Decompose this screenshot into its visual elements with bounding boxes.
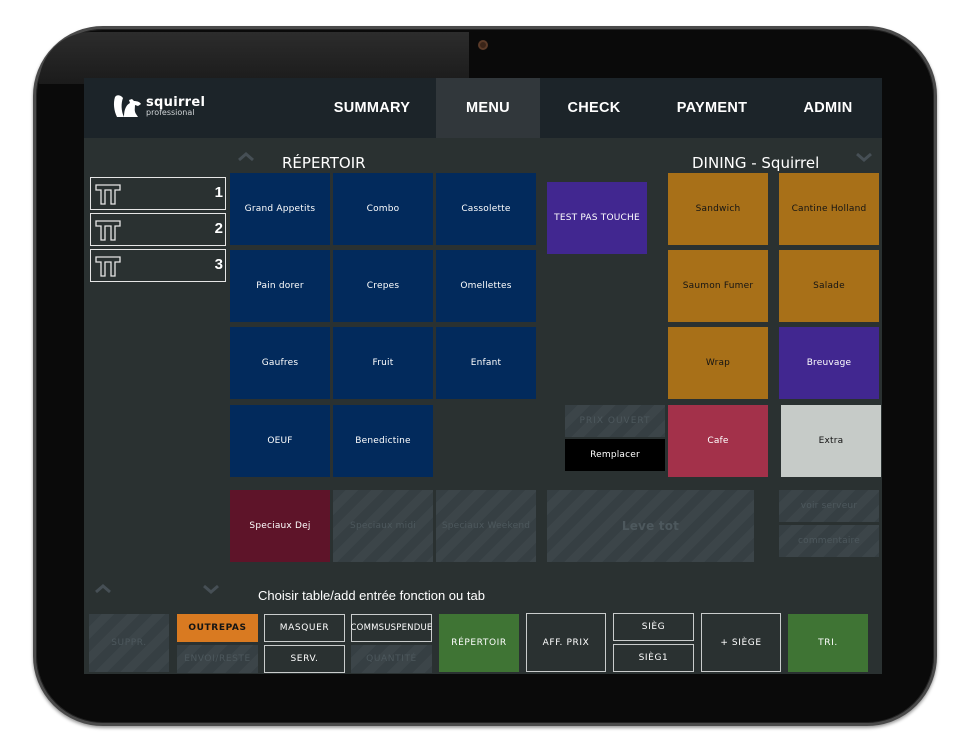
- tile-cassolette[interactable]: Cassolette: [436, 173, 536, 245]
- tile-enfant[interactable]: Enfant: [436, 327, 536, 399]
- tile-grand-appetits[interactable]: Grand Appetits: [230, 173, 330, 245]
- tile-combo[interactable]: Combo: [333, 173, 433, 245]
- remplacer-button[interactable]: Remplacer: [565, 439, 665, 471]
- table-icon: [95, 220, 121, 241]
- chevron-up-icon[interactable]: [236, 150, 256, 164]
- repertoire-heading: RÉPERTOIR: [282, 154, 366, 172]
- table-item-2[interactable]: 2: [90, 213, 226, 246]
- tile-speciaux-dej[interactable]: Speciaux Dej: [230, 490, 330, 562]
- prix-ouvert-button: PRIX OUVERT: [565, 405, 665, 437]
- voir-serveur-button: voir serveur: [779, 490, 879, 522]
- logo-subtitle: professional: [146, 107, 195, 117]
- pos-screen: squirrel professional SUMMARY MENU CHECK…: [84, 78, 882, 674]
- top-nav: squirrel professional SUMMARY MENU CHECK…: [84, 78, 882, 138]
- quantite-button: QUANTITÉ: [351, 645, 432, 673]
- tile-saumon-fumer[interactable]: Saumon Fumer: [668, 250, 768, 322]
- tile-cafe[interactable]: Cafe: [668, 405, 768, 477]
- masquer-button[interactable]: MASQUER: [264, 614, 345, 642]
- tile-extra[interactable]: Extra: [781, 405, 881, 477]
- bezel-gloss: [39, 32, 469, 84]
- table-number: 2: [214, 220, 223, 237]
- tab-check[interactable]: CHECK: [540, 78, 648, 138]
- sieg-button[interactable]: SIÈG: [613, 613, 694, 641]
- outrepas-button[interactable]: OUTREPAS: [177, 614, 258, 642]
- sieg1-button[interactable]: SIÈG1: [613, 644, 694, 672]
- table-icon: [95, 184, 121, 205]
- serv-button[interactable]: SERV.: [264, 645, 345, 673]
- commentaire-button: commentaire: [779, 525, 879, 557]
- tab-admin[interactable]: ADMIN: [774, 78, 882, 138]
- tile-sandwich[interactable]: Sandwich: [668, 173, 768, 245]
- commsuspendue-button[interactable]: COMMSUSPENDUE: [351, 614, 432, 642]
- tile-benedictine[interactable]: Benedictine: [333, 405, 433, 477]
- logo-name: squirrel: [146, 94, 206, 110]
- squirrel-logo-icon: [113, 95, 141, 117]
- aff-prix-button[interactable]: AFF. PRIX: [526, 613, 606, 672]
- table-icon: [95, 256, 121, 277]
- suppr-button: SUPPR.: [89, 614, 169, 672]
- tab-summary[interactable]: SUMMARY: [314, 78, 430, 138]
- repertoir-button[interactable]: RÉPERTOIR: [439, 614, 519, 672]
- tile-crepes[interactable]: Crepes: [333, 250, 433, 322]
- chevron-up-icon[interactable]: [93, 582, 113, 596]
- hint-text: Choisir table/add entrée fonction ou tab: [258, 588, 485, 603]
- tab-menu[interactable]: MENU: [436, 78, 540, 138]
- table-item-3[interactable]: 3: [90, 249, 226, 282]
- tile-cantine-holland[interactable]: Cantine Holland: [779, 173, 879, 245]
- tile-breuvage[interactable]: Breuvage: [779, 327, 879, 399]
- chevron-down-icon[interactable]: [854, 150, 874, 164]
- tri-button[interactable]: TRI.: [788, 614, 868, 672]
- chevron-down-icon[interactable]: [201, 582, 221, 596]
- tile-salade[interactable]: Salade: [779, 250, 879, 322]
- tile-gaufres[interactable]: Gaufres: [230, 327, 330, 399]
- table-number: 3: [214, 256, 223, 273]
- tab-payment[interactable]: PAYMENT: [656, 78, 768, 138]
- dining-heading: DINING - Squirrel: [692, 154, 820, 172]
- logo: squirrel professional: [112, 93, 205, 119]
- tile-omellettes[interactable]: Omellettes: [436, 250, 536, 322]
- table-number: 1: [214, 184, 223, 201]
- tile-fruit[interactable]: Fruit: [333, 327, 433, 399]
- tile-test-pas-touche[interactable]: TEST PAS TOUCHE: [547, 182, 647, 254]
- envoi-reste-button: ENVOI/RESTE: [177, 645, 258, 673]
- tile-pain-dorer[interactable]: Pain dorer: [230, 250, 330, 322]
- tile-oeuf[interactable]: OEUF: [230, 405, 330, 477]
- table-item-1[interactable]: 1: [90, 177, 226, 210]
- add-siege-button[interactable]: + SIÈGE: [701, 613, 781, 672]
- tile-speciaux-midi: Speciaux midi: [333, 490, 433, 562]
- tile-speciaux-weekend: Speciaux Weekend: [436, 490, 536, 562]
- tile-wrap[interactable]: Wrap: [668, 327, 768, 399]
- camera-icon: [478, 40, 488, 50]
- leve-tot-button: Leve tot: [547, 490, 754, 562]
